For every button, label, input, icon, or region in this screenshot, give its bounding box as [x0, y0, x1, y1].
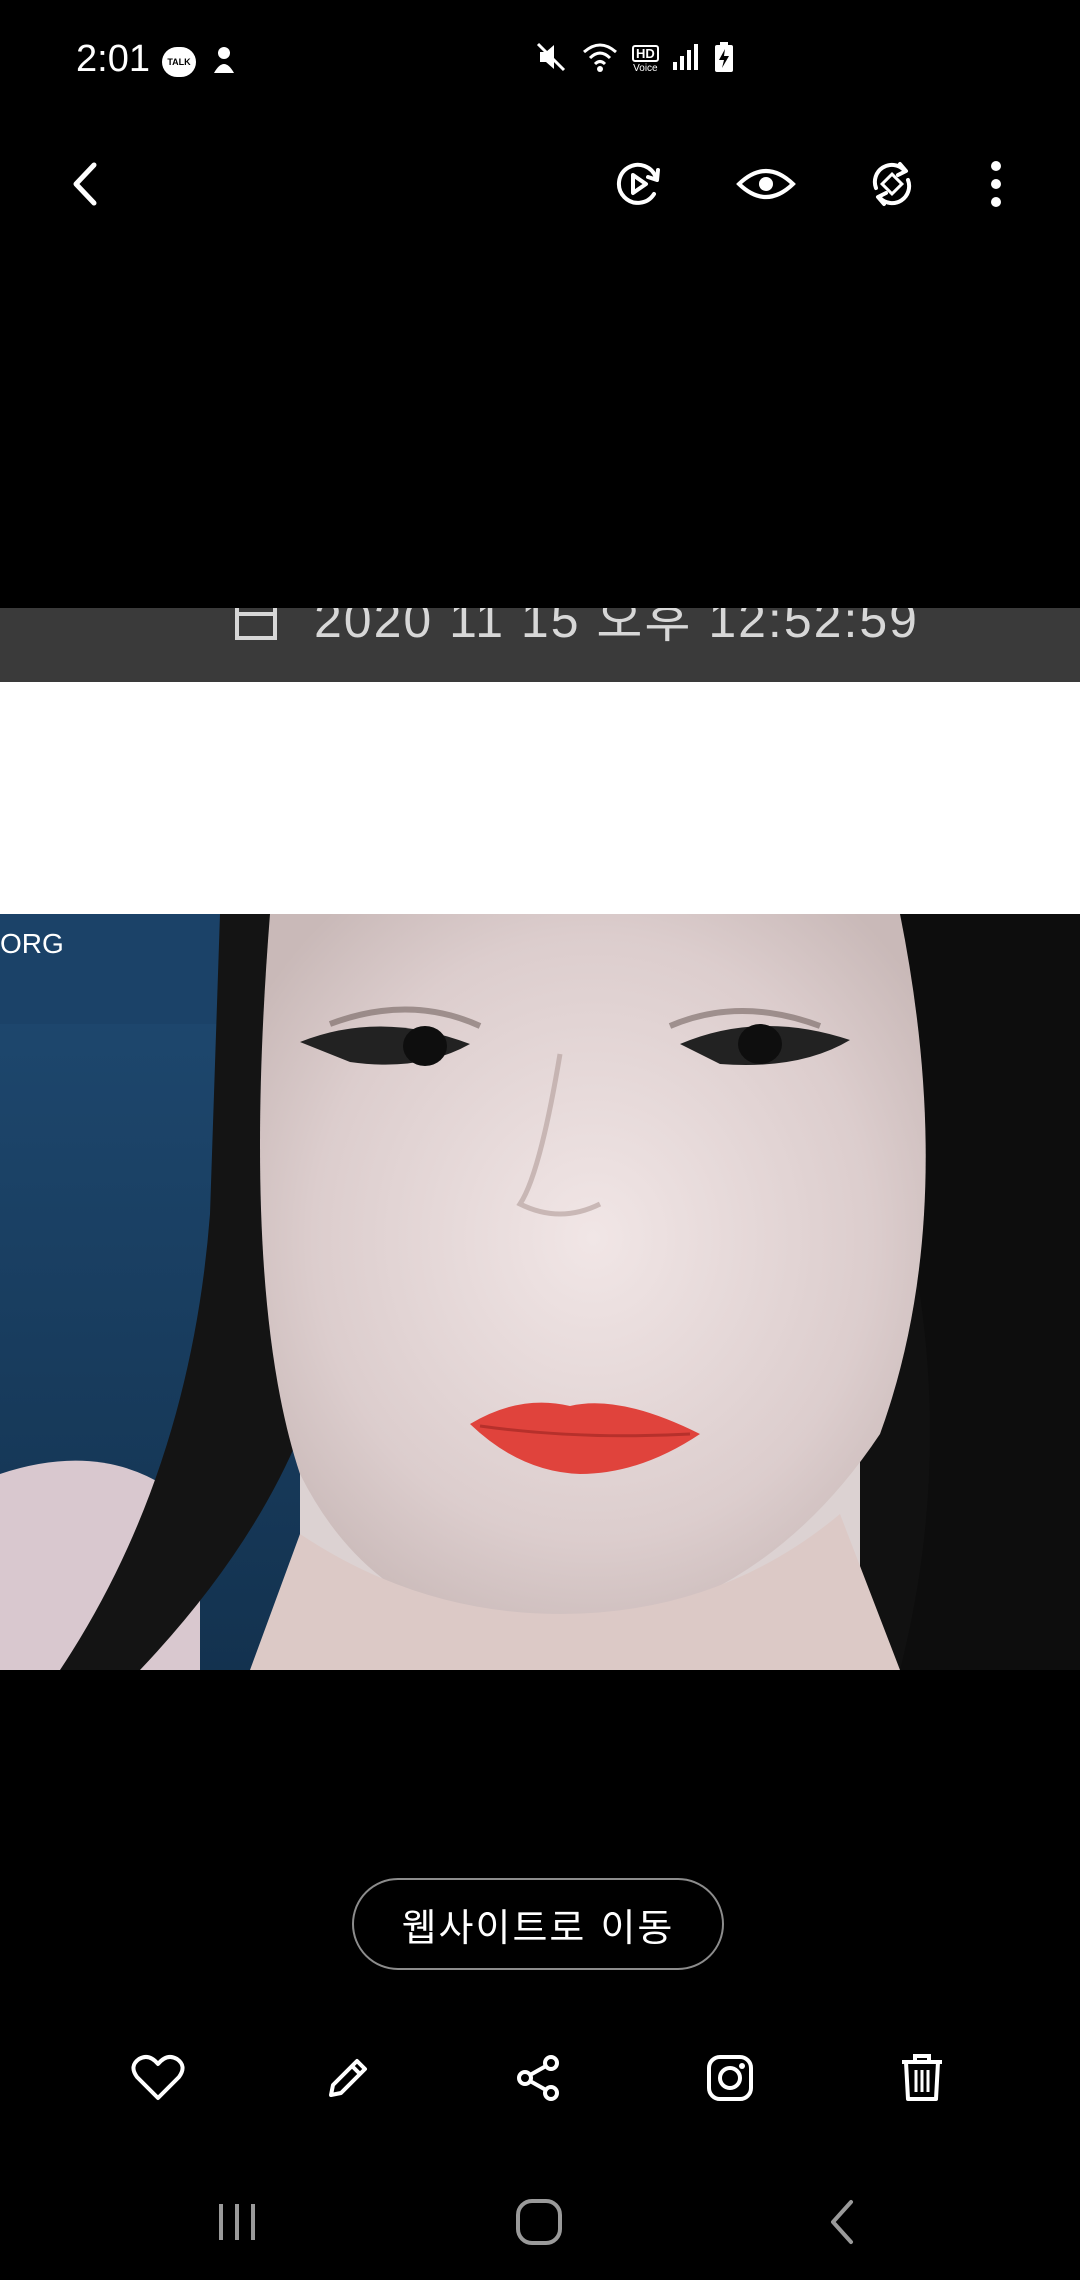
- photo-illustration: [0, 914, 1080, 1670]
- share-button[interactable]: [498, 2040, 578, 2120]
- rotate-icon: [866, 158, 918, 214]
- more-options-button[interactable]: [964, 154, 1028, 218]
- image-header-strip: 2020 11 15 오후 12:52:59: [0, 608, 1080, 682]
- gif-play-icon: [612, 158, 664, 214]
- more-vertical-icon: [989, 159, 1003, 213]
- hd-label: HD: [632, 44, 659, 62]
- instagram-share-button[interactable]: [690, 2040, 770, 2120]
- go-to-website-button[interactable]: 웹사이트로 이동: [352, 1878, 724, 1970]
- status-time: 2:01: [76, 38, 150, 80]
- rotate-button[interactable]: [860, 154, 924, 218]
- photo-watermark: ORG: [0, 928, 64, 959]
- mute-icon: [534, 40, 568, 78]
- heart-icon: [131, 2054, 185, 2106]
- view-button[interactable]: [734, 154, 798, 218]
- status-system-icons: HD Voice: [534, 40, 735, 78]
- eye-icon: [736, 164, 796, 208]
- home-button[interactable]: [504, 2194, 574, 2254]
- pencil-icon: [323, 2053, 373, 2107]
- delete-button[interactable]: [882, 2040, 962, 2120]
- recent-apps-button[interactable]: [202, 2194, 272, 2254]
- share-icon: [513, 2053, 563, 2107]
- gif-play-button[interactable]: [606, 154, 670, 218]
- trash-icon: [900, 2053, 944, 2107]
- image-date-text: 2020 11 15 오후 12:52:59: [314, 608, 919, 648]
- home-icon: [514, 2197, 564, 2251]
- bottom-action-bar: [0, 2040, 1080, 2120]
- image-white-band: [0, 682, 1080, 914]
- instagram-icon: [705, 2053, 755, 2107]
- system-back-button[interactable]: [808, 2194, 878, 2254]
- back-arrow-icon: [66, 159, 106, 213]
- hd-voice-icon: HD Voice: [632, 44, 659, 74]
- status-bar: 2:01 TALK HD Voice: [0, 0, 1080, 126]
- recent-apps-icon: [213, 2200, 261, 2248]
- signal-icon: [671, 42, 701, 76]
- edit-button[interactable]: [308, 2040, 388, 2120]
- wifi-icon: [580, 40, 620, 78]
- photo: ORG: [0, 914, 1080, 1670]
- favorite-button[interactable]: [118, 2040, 198, 2120]
- user-notification-icon: [210, 45, 238, 79]
- top-toolbar: [0, 126, 1080, 236]
- calendar-icon: [234, 608, 278, 646]
- status-notification-icons: TALK: [162, 45, 238, 79]
- back-chevron-icon: [825, 2198, 861, 2250]
- image-viewer[interactable]: 2020 11 15 오후 12:52:59 ORG: [0, 608, 1080, 1672]
- system-navigation-bar: [0, 2170, 1080, 2280]
- voice-label: Voice: [633, 62, 658, 74]
- kakaotalk-icon: TALK: [162, 47, 196, 77]
- back-button[interactable]: [54, 154, 118, 218]
- battery-charging-icon: [713, 41, 735, 77]
